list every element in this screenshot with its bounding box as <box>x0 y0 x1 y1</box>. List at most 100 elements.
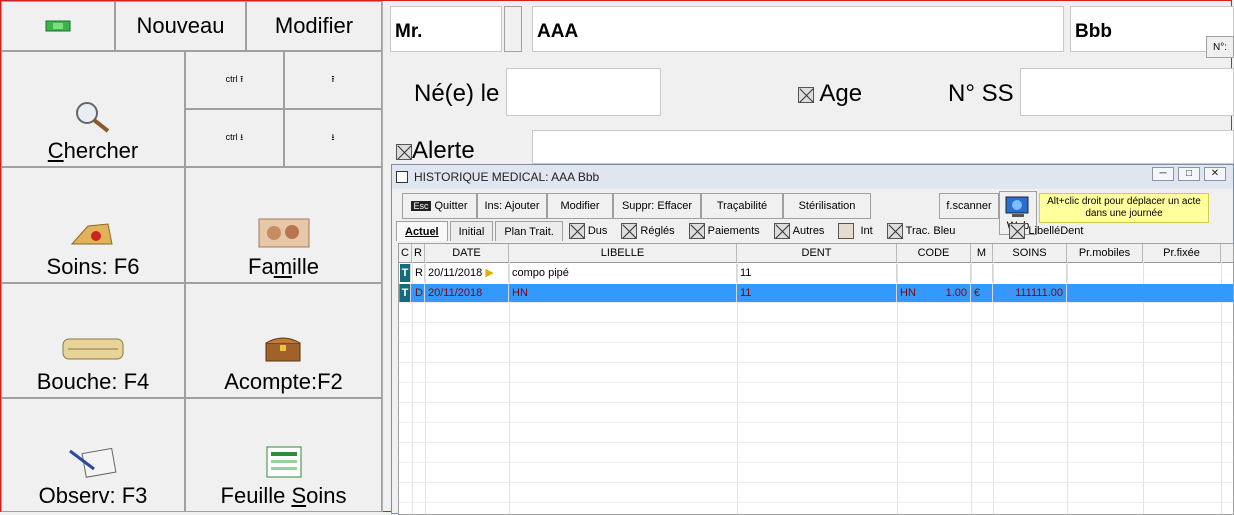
arrow-up-icon: ⭱ <box>331 74 335 84</box>
col-soins[interactable]: SOINS <box>993 244 1067 262</box>
observ-label: Observ: F3 <box>38 483 148 508</box>
ss-number-field[interactable] <box>1020 68 1234 116</box>
col-libelle[interactable]: LIBELLE <box>509 244 737 262</box>
tab-plan-traitement[interactable]: Plan Trait. <box>495 221 563 241</box>
number-button[interactable]: N°: <box>1206 36 1234 58</box>
sterilisation-button[interactable]: Stérilisation <box>783 193 871 219</box>
check-icon <box>773 223 790 239</box>
tab-actuel[interactable]: Actuel <box>396 221 448 241</box>
search-label: Chercher <box>47 138 139 163</box>
row-libelle-cell: compo pipé <box>509 264 737 282</box>
ss-label: N° SS <box>948 80 1014 107</box>
minimize-button[interactable]: ─ <box>1152 167 1174 181</box>
row-m-cell <box>971 264 993 282</box>
money-button[interactable] <box>1 1 115 51</box>
col-c[interactable]: C <box>399 244 412 262</box>
checkbox-libelle-dent[interactable]: LibelléDent <box>1009 223 1083 239</box>
row-dent-cell: 11 <box>737 284 897 302</box>
tabs-row: Actuel Initial Plan Trait. Dus Réglés Pa… <box>396 221 1097 241</box>
dental-care-icon <box>70 223 113 245</box>
birth-date-field[interactable] <box>506 68 661 116</box>
arrow-down-icon: ⭳ <box>331 132 335 142</box>
scanner-button[interactable]: f.scanner <box>939 193 999 219</box>
checkbox-dus[interactable]: Dus <box>568 223 607 239</box>
check-icon <box>621 223 638 239</box>
bouche-button[interactable]: Bouche: F4 <box>1 283 185 398</box>
table-row[interactable]: T R 20/11/2018 ▶ compo pipé 11 <box>399 264 1233 282</box>
last-name-field[interactable]: AAA <box>532 6 1064 52</box>
medical-history-window: HISTORIQUE MEDICAL: AAA Bbb ─ □ ✕ Esc Qu… <box>391 164 1234 515</box>
grid-hline <box>399 302 1233 303</box>
acompte-button[interactable]: Acompte:F2 <box>185 283 382 398</box>
soins-label: Soins: F6 <box>46 254 140 279</box>
birth-label: Né(e) le <box>414 80 500 107</box>
family-label: Famille <box>248 254 319 279</box>
money-icon <box>45 20 71 32</box>
bouche-label: Bouche: F4 <box>36 369 150 394</box>
row-libelle-cell: HN <box>509 284 737 302</box>
grid-hline <box>399 322 1233 323</box>
checkbox-regles[interactable]: Réglés <box>621 223 675 239</box>
checkbox-int[interactable]: Int <box>838 223 873 239</box>
alert-field[interactable] <box>532 130 1234 164</box>
row-soins-cell: 111111.00 <box>993 284 1067 302</box>
check-icon <box>568 223 585 239</box>
feuille-soins-button[interactable]: Feuille Soins <box>185 398 382 512</box>
tab-initial[interactable]: Initial <box>449 221 494 241</box>
mouth-teeth-icon <box>62 338 124 360</box>
col-pr-fixee[interactable]: Pr.fixée <box>1143 244 1221 262</box>
age-label: Age <box>819 80 863 107</box>
col-pr-mobiles[interactable]: Pr.mobiles <box>1067 244 1143 262</box>
check-icon <box>688 223 705 239</box>
computer-globe-icon <box>1005 196 1029 217</box>
search-button[interactable]: Chercher <box>1 51 185 167</box>
close-button[interactable]: ✕ <box>1204 167 1226 181</box>
delete-button[interactable]: Suppr: Effacer <box>613 193 701 219</box>
col-code[interactable]: CODE <box>897 244 971 262</box>
maximize-button[interactable]: □ <box>1178 167 1200 181</box>
ctrl-down-label: ctrl <box>225 132 238 142</box>
ctrl-prev-button[interactable]: ctrl ⭱ <box>185 51 284 109</box>
esc-key-icon: Esc <box>411 201 431 211</box>
soins-button[interactable]: Soins: F6 <box>1 167 185 283</box>
col-dent[interactable]: DENT <box>737 244 897 262</box>
new-label: Nouveau <box>136 13 225 38</box>
col-r[interactable]: R <box>412 244 425 262</box>
row-date-cell: 20/11/2018 <box>425 284 509 302</box>
civility-dropdown[interactable] <box>504 6 522 52</box>
grid-hline <box>399 442 1233 443</box>
magnifier-icon <box>76 102 110 133</box>
grid-hline <box>399 502 1233 503</box>
empty-check-icon <box>838 223 855 239</box>
edit-button[interactable]: Modifier <box>246 1 382 51</box>
number-label: N°: <box>1213 41 1227 53</box>
col-date[interactable]: DATE <box>425 244 509 262</box>
observ-button[interactable]: Observ: F3 <box>1 398 185 512</box>
civility-field[interactable]: Mr. <box>390 6 502 52</box>
new-button[interactable]: Nouveau <box>115 1 246 51</box>
family-photo-icon <box>258 218 309 248</box>
checkbox-trac-bleu[interactable]: Trac. Bleu <box>886 223 955 239</box>
ctrl-next-button[interactable]: ctrl ⭳ <box>185 109 284 167</box>
traceability-button[interactable]: Traçabilité <box>701 193 783 219</box>
next-button[interactable]: ⭳ <box>284 109 382 167</box>
hint-box: Alt+clic droit pour déplacer un acte dan… <box>1039 193 1209 223</box>
add-button[interactable]: Ins: Ajouter <box>477 193 547 219</box>
ctrl-up-label: ctrl <box>225 74 238 84</box>
type-badge: T <box>400 264 411 282</box>
checkbox-paiements[interactable]: Paiements <box>688 223 760 239</box>
row-date-cell: 20/11/2018 ▶ <box>425 264 509 282</box>
prev-button[interactable]: ⭱ <box>284 51 382 109</box>
modify-button[interactable]: Modifier <box>547 193 613 219</box>
age-checkbox[interactable]: Age <box>798 80 862 108</box>
checkbox-autres[interactable]: Autres <box>773 223 824 239</box>
family-button[interactable]: Famille <box>185 167 382 283</box>
quit-label: Quitter <box>434 200 468 212</box>
grid-hline <box>399 462 1233 463</box>
col-m[interactable]: M <box>971 244 993 262</box>
alert-checkbox[interactable]: Alerte <box>396 137 475 165</box>
row-r-cell: D <box>412 284 425 302</box>
quit-button[interactable]: Esc Quitter <box>402 193 477 219</box>
table-row-selected[interactable]: T D 20/11/2018 HN 11 HN 1.00 € 111111.00 <box>399 284 1233 302</box>
